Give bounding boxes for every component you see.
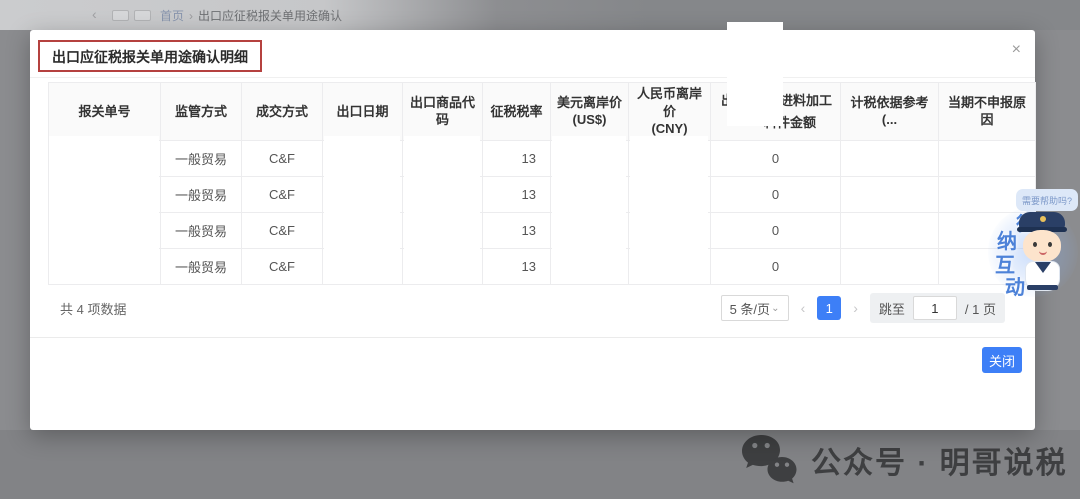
divider xyxy=(30,77,1035,78)
table-row: 一般贸易 C&F 13 0 xyxy=(49,176,1036,212)
table-header-row: 报关单号 监管方式 成交方式 出口日期 出口商品代码 征税税率 美元离岸价(US… xyxy=(49,83,1036,141)
wechat-icon xyxy=(740,434,798,486)
confirmation-detail-modal: 出口应征税报关单用途确认明细 × 报关单号 监管方式 成交方式 出口日期 出口商… xyxy=(30,30,1035,430)
breadcrumb-bar: ‹ 首页 › 出口应征税报关单用途确认 xyxy=(0,0,1080,30)
back-icon[interactable]: ‹ xyxy=(92,6,97,22)
table-row: 一般贸易 C&F 13 0 xyxy=(49,248,1036,284)
page-1-button[interactable]: 1 xyxy=(817,296,841,320)
prev-page-icon[interactable]: ‹ xyxy=(801,301,806,315)
breadcrumb-current: 出口应征税报关单用途确认 xyxy=(198,9,342,23)
breadcrumb-separator-icon: › xyxy=(189,9,193,23)
col-export-date: 出口日期 xyxy=(323,83,403,141)
screen: ‹ 首页 › 出口应征税报关单用途确认 出口应征税报关单用途确认明细 × 报关单号 xyxy=(0,0,1080,499)
watermark-text: 公众号 · 明哥说税 xyxy=(811,438,1068,482)
pagination: 5 条/页 ⌄ ‹ 1 › 跳至 / 1 页 xyxy=(721,293,1005,323)
tab-icon xyxy=(112,10,129,21)
close-icon[interactable]: × xyxy=(1012,42,1021,58)
jump-page-input[interactable] xyxy=(913,296,957,320)
jump-to-page: 跳至 / 1 页 xyxy=(870,293,1005,323)
divider xyxy=(30,337,1035,338)
col-transaction: 成交方式 xyxy=(242,83,323,141)
redaction-box xyxy=(727,22,783,126)
table-row: 一般贸易 C&F 13 0 xyxy=(49,140,1036,176)
redaction-box xyxy=(324,136,400,274)
modal-title: 出口应征税报关单用途确认明细 xyxy=(38,40,262,72)
breadcrumb-home-link[interactable]: 首页 xyxy=(160,9,184,23)
redaction-box xyxy=(630,136,708,274)
mascot-char: 动 xyxy=(1005,271,1025,300)
tax-assistant-mascot[interactable]: 需要帮助吗? 征 纳 互 动 xyxy=(985,185,1080,297)
table-row: 一般贸易 C&F 13 0 xyxy=(49,212,1036,248)
breadcrumb: 首页 › 出口应征税报关单用途确认 xyxy=(160,7,342,24)
mascot-cap-badge xyxy=(1040,216,1046,222)
mascot-collar xyxy=(1035,262,1051,273)
col-cny-fob: 人民币离岸价(CNY) xyxy=(629,83,711,141)
col-tax-rate: 征税税率 xyxy=(483,83,551,141)
col-tax-basis: 计税依据参考(... xyxy=(841,83,939,141)
col-supervision: 监管方式 xyxy=(161,83,242,141)
jump-label: 跳至 xyxy=(879,299,905,318)
table-footer: 共 4 项数据 5 条/页 ⌄ ‹ 1 › 跳至 / 1 页 xyxy=(60,292,1005,324)
mascot-belt xyxy=(1027,285,1058,290)
close-button[interactable]: 关闭 xyxy=(982,347,1022,373)
page-size-select[interactable]: 5 条/页 ⌄ xyxy=(721,295,789,321)
mascot-eye xyxy=(1048,242,1052,247)
chevron-down-icon: ⌄ xyxy=(771,303,779,314)
col-declaration-no: 报关单号 xyxy=(49,83,161,141)
redaction-box xyxy=(49,136,159,274)
col-no-declare-reason: 当期不申报原因 xyxy=(939,83,1036,141)
redaction-box xyxy=(404,136,480,274)
next-page-icon[interactable]: › xyxy=(853,301,858,315)
mascot-eye xyxy=(1033,242,1037,247)
declaration-table: 报关单号 监管方式 成交方式 出口日期 出口商品代码 征税税率 美元离岸价(US… xyxy=(48,82,1035,285)
tab-icon xyxy=(134,10,151,21)
col-commodity-code: 出口商品代码 xyxy=(403,83,483,141)
col-usd-fob: 美元离岸价(US$) xyxy=(551,83,629,141)
total-count: 共 4 项数据 xyxy=(60,299,126,318)
total-pages: / 1 页 xyxy=(965,299,996,318)
mascot-face xyxy=(1023,230,1061,262)
mascot-speech-bubble: 需要帮助吗? xyxy=(1016,189,1078,211)
watermark: 公众号 · 明哥说税 xyxy=(740,434,1068,486)
redaction-box xyxy=(552,136,626,274)
